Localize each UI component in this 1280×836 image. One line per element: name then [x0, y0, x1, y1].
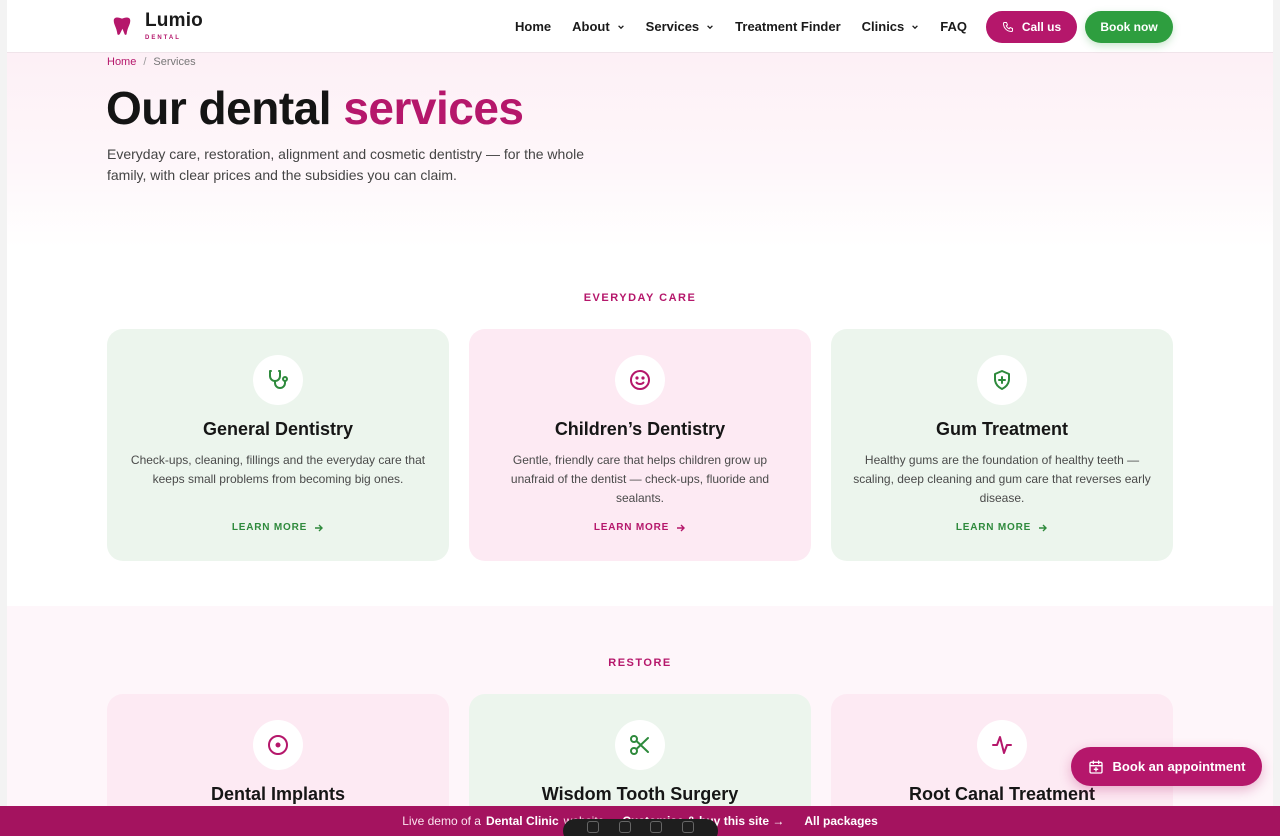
card-title: Children’s Dentistry	[554, 419, 726, 439]
book-appointment-label: Book an appointment	[1112, 759, 1246, 774]
breadcrumb-current: Services	[153, 56, 196, 68]
pulse-icon	[992, 736, 1012, 754]
arrow-right-icon	[1039, 524, 1048, 531]
demo-prefix: Live demo of a	[402, 814, 481, 828]
dock-icon[interactable]	[586, 821, 599, 833]
card-description: Gentle, friendly care that helps childre…	[510, 453, 770, 505]
card-title: Root Canal Treatment	[908, 784, 1096, 804]
dock-icon[interactable]	[618, 821, 631, 833]
card-description: Healthy gums are the foundation of healt…	[853, 453, 1151, 505]
dock-icon[interactable]	[682, 821, 695, 833]
logo[interactable]: Lumio DENTAL	[111, 10, 203, 41]
device-dock	[563, 819, 718, 836]
restore-section: RESTORE Dental Implants Wisdom Tooth Sur…	[7, 606, 1273, 836]
card-title: Dental Implants	[210, 784, 346, 804]
nav-services-label: Services	[645, 19, 700, 34]
nav-treatment-finder-label: Treatment Finder	[735, 19, 841, 34]
nav-services[interactable]: Services	[646, 19, 715, 34]
hero-description: Everyday care, restoration, alignment an…	[107, 146, 584, 183]
card-title: General Dentistry	[202, 419, 354, 439]
all-packages-link[interactable]: All packages	[804, 814, 877, 828]
learn-more-label: LEARN MORE	[231, 522, 308, 533]
brand-name: Lumio	[145, 10, 203, 31]
nav-clinics[interactable]: Clinics	[862, 19, 920, 34]
chevron-down-icon	[912, 24, 919, 29]
card-icon-wrap	[253, 720, 303, 770]
nav-treatment-finder[interactable]: Treatment Finder	[735, 19, 840, 34]
demo-site-type: Dental Clinic	[485, 814, 559, 828]
phone-icon	[1002, 21, 1013, 32]
learn-more-link[interactable]: LEARN MORE	[232, 522, 324, 533]
page-title: Our dental services	[106, 81, 524, 135]
calendar-plus-icon	[1088, 759, 1103, 774]
nav-about-label: About	[572, 19, 610, 34]
learn-more-link[interactable]: LEARN MORE	[956, 522, 1048, 533]
nav-clinics-label: Clinics	[861, 19, 905, 34]
service-card-gum-treatment[interactable]: Gum Treatment Healthy gums are the found…	[831, 329, 1173, 561]
card-icon-wrap	[977, 355, 1027, 405]
scissors-icon	[630, 735, 649, 755]
book-now-button[interactable]: Book now	[1085, 10, 1173, 43]
brand-subtitle: DENTAL	[145, 35, 181, 41]
section-label-restore: RESTORE	[608, 657, 672, 669]
arrow-right-icon	[677, 524, 686, 531]
card-icon-wrap	[615, 355, 665, 405]
nav-home-label: Home	[515, 19, 552, 34]
chevron-down-icon	[707, 24, 714, 29]
page: Lumio DENTAL Home About Services Treatme…	[7, 0, 1273, 836]
card-icon-wrap	[615, 720, 665, 770]
breadcrumb: Home / Services	[107, 56, 196, 68]
card-title: Wisdom Tooth Surgery	[541, 784, 739, 804]
learn-more-label: LEARN MORE	[955, 522, 1032, 533]
dock-icon[interactable]	[650, 821, 663, 833]
arrow-right-icon	[315, 524, 324, 531]
nav-faq-label: FAQ	[940, 19, 967, 34]
nav-home[interactable]: Home	[515, 19, 551, 34]
page-title-accent: services	[343, 82, 524, 134]
call-us-button[interactable]: Call us	[986, 10, 1077, 43]
call-us-label: Call us	[1021, 19, 1062, 34]
main-nav: Home About Services Treatment Finder Cli…	[494, 0, 1273, 53]
card-icon-wrap	[977, 720, 1027, 770]
smile-face-icon	[630, 370, 650, 390]
nav-about[interactable]: About	[572, 19, 625, 34]
service-card-general-dentistry[interactable]: General Dentistry Check-ups, cleaning, f…	[107, 329, 449, 561]
target-icon	[268, 735, 288, 755]
book-appointment-button[interactable]: Book an appointment	[1071, 747, 1262, 786]
page-title-plain: Our dental	[106, 82, 332, 134]
card-description: Check-ups, cleaning, fillings and the ev…	[130, 453, 426, 486]
breadcrumb-separator: /	[143, 56, 147, 68]
chevron-down-icon	[617, 24, 624, 29]
shield-plus-icon	[994, 370, 1010, 390]
section-label-everyday-care: EVERYDAY CARE	[583, 292, 697, 304]
learn-more-link[interactable]: LEARN MORE	[594, 522, 686, 533]
learn-more-label: LEARN MORE	[593, 522, 670, 533]
hero: Home / Services Our dental services Ever…	[7, 53, 1273, 248]
tooth-logo-icon	[113, 17, 131, 35]
stethoscope-icon	[269, 370, 288, 389]
nav-faq[interactable]: FAQ	[940, 19, 967, 34]
site-header: Lumio DENTAL Home About Services Treatme…	[7, 0, 1273, 53]
card-title: Gum Treatment	[935, 419, 1069, 439]
card-icon-wrap	[253, 355, 303, 405]
breadcrumb-home[interactable]: Home	[107, 56, 136, 68]
service-card-childrens-dentistry[interactable]: Children’s Dentistry Gentle, friendly ca…	[469, 329, 811, 561]
book-now-label: Book now	[1100, 19, 1158, 34]
